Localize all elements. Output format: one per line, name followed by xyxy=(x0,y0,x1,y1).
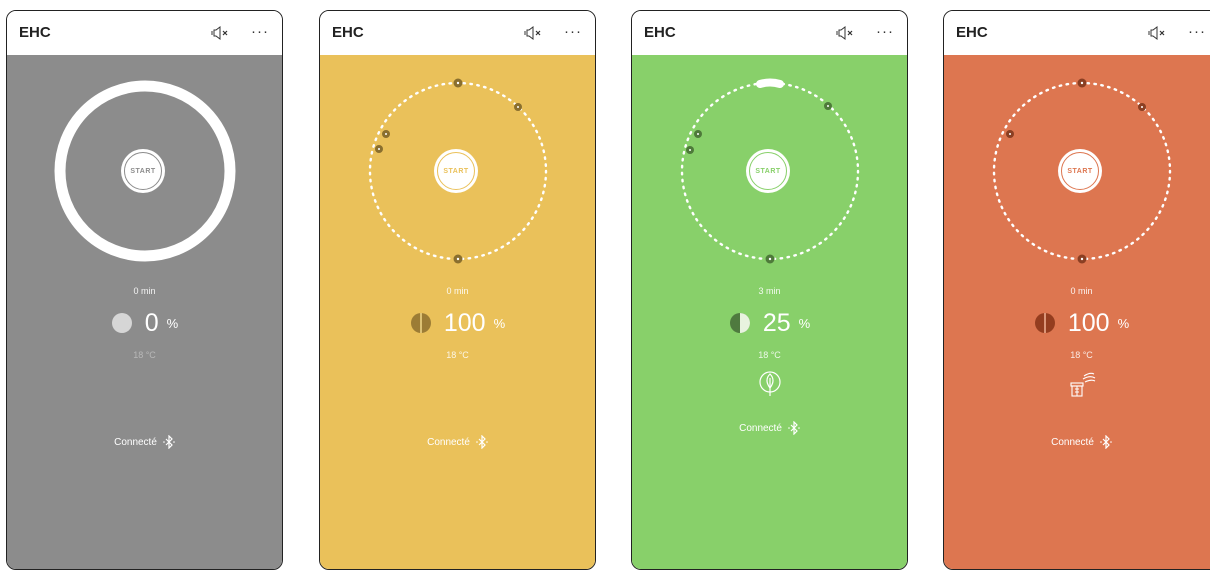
timer-readout: 0 min xyxy=(1070,286,1093,296)
connection-status: Connecté xyxy=(632,421,907,435)
bluetooth-icon xyxy=(1100,435,1112,449)
start-label: START xyxy=(124,152,162,190)
speaker-mute-icon[interactable] xyxy=(211,26,231,40)
more-options-icon[interactable]: ··· xyxy=(876,24,894,39)
timer-readout: 0 min xyxy=(133,286,156,296)
app-header: EHC ··· xyxy=(944,11,1210,55)
connection-status: Connecté xyxy=(7,435,282,449)
level-value: 25 xyxy=(762,308,791,337)
app-title: EHC xyxy=(19,24,51,41)
more-options-icon[interactable]: ··· xyxy=(564,24,582,39)
power-level: 0 % xyxy=(7,309,282,337)
temperature-readout: 18 °C xyxy=(1070,350,1093,360)
power-level: 100 % xyxy=(320,309,595,337)
app-title: EHC xyxy=(644,24,676,41)
level-indicator-icon xyxy=(410,313,431,333)
start-label: START xyxy=(749,152,787,190)
temperature-readout: 18 °C xyxy=(133,350,156,360)
connection-label: Connecté xyxy=(114,436,157,448)
timer-readout: 0 min xyxy=(446,286,469,296)
start-button[interactable]: START xyxy=(1058,149,1102,193)
level-value: 0 xyxy=(144,308,159,337)
speaker-mute-icon[interactable] xyxy=(1148,26,1168,40)
power-level: 25 % xyxy=(632,309,907,337)
app-title: EHC xyxy=(332,24,364,41)
phone-screen-idle: EHC ··· START 0 min 0 % 18 °C Connecté xyxy=(6,10,283,570)
level-value: 100 xyxy=(1067,308,1110,337)
dial-progress xyxy=(756,78,784,88)
device-panel: START 0 min 100 % 18 °C Connecté xyxy=(944,55,1210,569)
connection-status: Connecté xyxy=(320,435,595,449)
connection-label: Connecté xyxy=(739,422,782,434)
app-header: EHC ··· xyxy=(632,11,907,55)
phone-screen-orange: EHC ··· START 0 min 100 % 18 °C Connecté xyxy=(943,10,1210,570)
start-label: START xyxy=(1061,152,1099,190)
start-button[interactable]: START xyxy=(746,149,790,193)
more-options-icon[interactable]: ··· xyxy=(251,24,269,39)
bluetooth-icon xyxy=(476,435,488,449)
level-indicator-icon xyxy=(111,313,132,333)
start-button[interactable]: START xyxy=(434,149,478,193)
connection-label: Connecté xyxy=(1051,436,1094,448)
temperature-readout: 18 °C xyxy=(758,350,781,360)
level-indicator-icon xyxy=(729,313,750,333)
timer-readout: 3 min xyxy=(758,286,781,296)
speaker-mute-icon[interactable] xyxy=(836,26,856,40)
device-panel: START 0 min 100 % 18 °C Connecté xyxy=(320,55,595,569)
start-label: START xyxy=(437,152,475,190)
phone-screen-yellow: EHC ··· START 0 min 100 % 18 °C Connecté xyxy=(319,10,596,570)
app-header: EHC ··· xyxy=(7,11,282,55)
leaf-icon xyxy=(759,371,781,396)
start-button[interactable]: START xyxy=(121,149,165,193)
device-panel: START 3 min 25 % 18 °C Connecté xyxy=(632,55,907,569)
fireplace-icon xyxy=(1070,372,1096,397)
level-unit: % xyxy=(798,315,811,331)
app-header: EHC ··· xyxy=(320,11,595,55)
bluetooth-icon xyxy=(163,435,175,449)
device-panel: START 0 min 0 % 18 °C Connecté xyxy=(7,55,282,569)
phone-screen-green: EHC ··· START 3 min 25 % 18 °C Connecté xyxy=(631,10,908,570)
level-value: 100 xyxy=(443,308,486,337)
connection-status: Connecté xyxy=(944,435,1210,449)
temperature-readout: 18 °C xyxy=(446,350,469,360)
more-options-icon[interactable]: ··· xyxy=(1188,24,1206,39)
speaker-mute-icon[interactable] xyxy=(524,26,544,40)
level-indicator-icon xyxy=(1034,313,1055,333)
level-unit: % xyxy=(1117,315,1130,331)
bluetooth-icon xyxy=(788,421,800,435)
power-level: 100 % xyxy=(944,309,1210,337)
connection-label: Connecté xyxy=(427,436,470,448)
level-unit: % xyxy=(493,315,506,331)
level-unit: % xyxy=(166,315,179,331)
app-title: EHC xyxy=(956,24,988,41)
